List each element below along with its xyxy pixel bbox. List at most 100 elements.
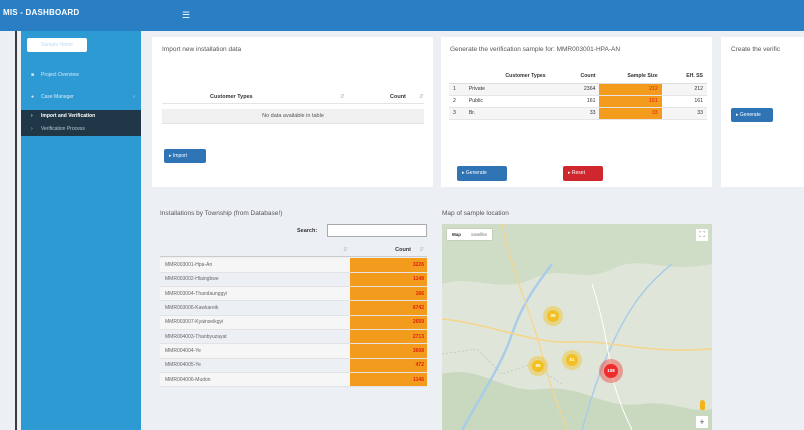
column-header-count[interactable]: Count: [390, 94, 406, 100]
sample-size-value[interactable]: 212: [599, 83, 662, 96]
sort-icon[interactable]: ⇵: [419, 247, 424, 253]
import-button-label: Import: [172, 153, 188, 159]
chevron-left-icon: ‹: [133, 94, 135, 100]
sidebar-home-button[interactable]: Sample Home: [27, 38, 87, 52]
create-generate-label: Generate: [739, 112, 761, 118]
township-name: MMR003002-Hlaingbwe: [160, 272, 350, 288]
fullscreen-icon[interactable]: ⛶: [696, 229, 708, 241]
sidebar-item-label: Import and Verification: [41, 113, 96, 119]
township-name: MMR004005-Ye: [160, 358, 350, 373]
import-button[interactable]: ▸ Import: [164, 149, 206, 163]
township-table-header: Count ⇵ ⇵: [160, 243, 427, 257]
import-panel-title: Import new installation data: [162, 46, 242, 53]
eff-ss-value: 212: [661, 83, 707, 96]
row-index: 3: [449, 107, 465, 120]
zoom-in-button[interactable]: +: [696, 416, 708, 428]
table-row[interactable]: MMR003001-Hpa-An 3226: [160, 258, 427, 273]
reset-icon: ▸: [568, 170, 571, 176]
township-count: 166: [350, 286, 427, 302]
column-header-customer-types[interactable]: Customer Types: [210, 94, 253, 100]
table-row[interactable]: 3 Br. 33 33 33: [449, 107, 707, 120]
table-row[interactable]: MMR003004-Thandaunggyi 166: [160, 286, 427, 302]
customer-type: Br.: [464, 107, 550, 120]
play-icon: ▸: [462, 170, 465, 176]
create-generate-button[interactable]: ▸ Generate: [731, 108, 773, 122]
map-cluster-marker[interactable]: 108: [604, 364, 618, 378]
township-table: MMR003001-Hpa-An 3226 MMR003002-Hlaingbwe…: [160, 258, 427, 388]
user-icon: ●: [31, 94, 35, 100]
sidebar-item-label: Case Manager: [41, 94, 74, 100]
generate-button[interactable]: ▸ Generate: [457, 166, 507, 181]
sort-icon[interactable]: ⇵: [419, 94, 424, 100]
play-icon: ▸: [736, 112, 739, 118]
table-row[interactable]: MMR003007-Kyainseikgyi 2659: [160, 315, 427, 330]
table-header-row: Customer Types Count Sample Size Eff. SS: [449, 69, 707, 84]
table-bottom-divider: [162, 123, 424, 124]
upload-icon: ▸: [169, 153, 172, 159]
row-index: 1: [449, 83, 465, 96]
table-row[interactable]: MMR003006-Kawkareik 6742: [160, 300, 427, 316]
sidebar-item-label: Project Overview: [41, 72, 79, 78]
sort-icon[interactable]: ⇵: [343, 247, 348, 253]
menu-icon[interactable]: ☰: [182, 11, 190, 20]
page-margin: [0, 31, 21, 430]
table-row[interactable]: 1 Private 2364 212 212: [449, 83, 707, 96]
township-panel-title: Installations by Township (from Database…: [160, 210, 283, 217]
customer-type: Public: [464, 95, 550, 108]
bullet-icon: ■: [31, 72, 35, 78]
map-cluster-marker[interactable]: 98: [547, 310, 559, 322]
tab-satellite[interactable]: Satellite: [466, 229, 492, 240]
column-header-count[interactable]: Count: [395, 247, 411, 253]
table-header-divider: [162, 103, 424, 104]
township-count: 3226: [350, 258, 427, 273]
sidebar-item-case-manager[interactable]: ● Case Manager ‹: [21, 91, 141, 104]
township-name: MMR004003-Thanbyuzayat: [160, 329, 350, 345]
table-row[interactable]: MMR004004-Ye 3608: [160, 343, 427, 359]
township-name: MMR003001-Hpa-An: [160, 258, 350, 273]
map-cluster-marker[interactable]: 85: [532, 360, 544, 372]
township-count: 3608: [350, 343, 427, 359]
table-row[interactable]: MMR004006-Mudon 1146: [160, 372, 427, 388]
eff-ss-value: 161: [661, 95, 707, 108]
sample-location-map[interactable]: Map Satellite ⛶ 98 85 51 108 +: [442, 224, 712, 430]
verification-table: Customer Types Count Sample Size Eff. SS…: [449, 69, 707, 120]
township-count: 2659: [350, 315, 427, 330]
sidebar-item-project-overview[interactable]: ■ Project Overview: [21, 69, 141, 82]
sidebar: Sample Home ■ Project Overview ● Case Mana…: [21, 31, 141, 430]
sort-icon[interactable]: ⇵: [340, 94, 345, 100]
table-row[interactable]: MMR004005-Ye 472: [160, 358, 427, 373]
map-panel-title: Map of sample location: [442, 210, 509, 217]
township-count: 1146: [350, 372, 427, 388]
township-name: MMR003007-Kyainseikgyi: [160, 315, 350, 330]
table-row[interactable]: MMR003002-Hlaingbwe 1148: [160, 272, 427, 288]
create-panel: Create the verific ▸ Generate: [721, 37, 804, 187]
map-type-tabs: Map Satellite: [447, 229, 493, 240]
caret-right-icon: ›: [31, 126, 33, 132]
column-header-count[interactable]: Count: [549, 69, 600, 84]
reset-button[interactable]: ▸ Reset: [563, 166, 603, 181]
sample-size-value[interactable]: 161: [599, 95, 662, 108]
tab-map[interactable]: Map: [447, 229, 466, 240]
search-input[interactable]: [327, 224, 427, 237]
column-header-customer-types[interactable]: Customer Types: [464, 69, 550, 84]
table-row[interactable]: 2 Public 161 161 161: [449, 95, 707, 108]
count-value: 2364: [549, 83, 600, 96]
sidebar-item-import-verification[interactable]: › Import and Verification: [21, 110, 141, 123]
table-row[interactable]: MMR004003-Thanbyuzayat 2713: [160, 329, 427, 345]
sidebar-item-verification-process[interactable]: › Verification Process: [21, 123, 141, 136]
township-name: MMR004006-Mudon: [160, 372, 350, 388]
eff-ss-value: 33: [661, 107, 707, 120]
column-header-sample-size[interactable]: Sample Size: [599, 69, 662, 84]
column-header-index[interactable]: [449, 69, 465, 84]
caret-right-icon: ›: [31, 113, 33, 119]
sample-size-value[interactable]: 33: [599, 107, 662, 120]
map-cluster-marker[interactable]: 51: [566, 354, 578, 366]
street-view-pegman-icon[interactable]: [700, 400, 705, 410]
create-panel-title: Create the verific: [731, 46, 781, 53]
generate-button-label: Generate: [465, 170, 487, 176]
app-title[interactable]: MIS - DASHBOARD: [0, 0, 140, 31]
import-panel: Import new installation data Customer Ty…: [152, 37, 433, 187]
column-header-eff-ss[interactable]: Eff. SS: [661, 69, 707, 84]
customer-type: Private: [464, 83, 550, 96]
empty-table-message: No data available in table: [162, 109, 424, 123]
